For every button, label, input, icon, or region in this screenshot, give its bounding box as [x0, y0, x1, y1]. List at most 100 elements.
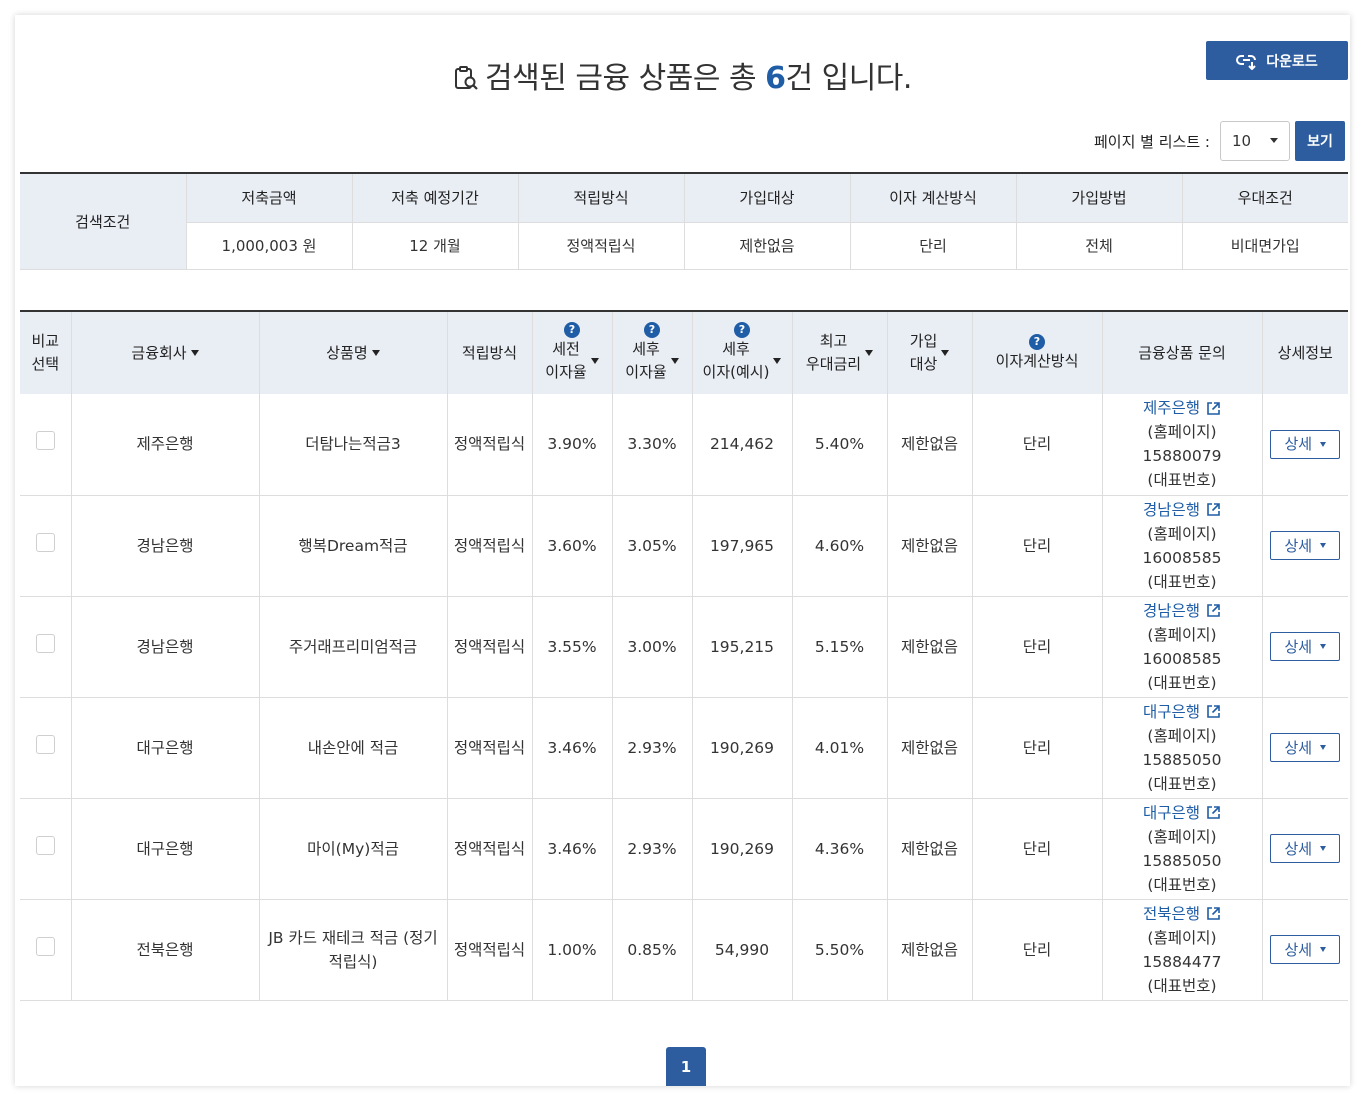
cell-interest: 54,990: [691, 899, 792, 1001]
header-max-rate[interactable]: 최고 우대금리: [791, 311, 887, 394]
help-icon[interactable]: ?: [644, 322, 660, 338]
header-posttax-line1: 세후: [632, 340, 660, 358]
result-count: 6: [765, 61, 786, 96]
compare-checkbox[interactable]: [35, 633, 55, 653]
header-pretax-rate[interactable]: ? 세전 이자율: [531, 311, 612, 394]
sort-down-icon: [190, 350, 199, 356]
bank-homepage-link[interactable]: 제주은행: [1143, 396, 1221, 420]
inquiry-cell: 제주은행 (홈페이지) 15880079 (대표번호): [1101, 394, 1262, 496]
chevron-down-icon: [1269, 138, 1278, 143]
phone-number: 16008585: [1142, 548, 1222, 567]
header-detail: 상세정보: [1261, 311, 1348, 394]
bank-link-label: 전북은행: [1142, 904, 1201, 923]
header-interest-line2: 이자(예시): [702, 363, 770, 381]
compare-checkbox[interactable]: [35, 936, 55, 956]
help-icon[interactable]: ?: [734, 322, 750, 338]
bank-link-label: 대구은행: [1142, 702, 1201, 721]
header-target[interactable]: 가입 대상: [886, 311, 972, 394]
cell-product: 주거래프리미엄적금: [258, 596, 447, 698]
condition-header: 가입대상: [683, 173, 850, 223]
table-row: 대구은행 마이(My)적금 정액적립식 3.46% 2.93% 190,269 4.36% 제…: [20, 798, 1348, 900]
phone-label: (대표번호): [1147, 875, 1217, 894]
cell-pretax: 3.55%: [531, 596, 612, 698]
cell-method: 정액적립식: [446, 899, 532, 1001]
cell-product: 내손안에 적금: [258, 697, 447, 799]
header-company[interactable]: 금융회사: [70, 311, 259, 394]
bank-homepage-link[interactable]: 대구은행: [1143, 700, 1221, 724]
sort-down-icon: [670, 358, 679, 364]
cell-posttax: 3.00%: [611, 596, 692, 698]
cell-company: 제주은행: [70, 394, 259, 496]
header-compare-line1: 비교: [31, 332, 60, 350]
per-page-select[interactable]: 10: [1219, 121, 1290, 161]
header-posttax-rate[interactable]: ? 세후 이자율: [611, 311, 692, 394]
compare-checkbox[interactable]: [35, 734, 55, 754]
cell-product: 마이(My)적금: [258, 798, 447, 900]
bank-link-label: 경남은행: [1142, 500, 1201, 519]
homepage-label: (홈페이지): [1147, 423, 1217, 442]
compare-checkbox[interactable]: [35, 532, 55, 552]
chevron-down-icon: [1320, 543, 1327, 548]
cell-target: 제한없음: [886, 899, 972, 1001]
detail-button[interactable]: 상세: [1270, 632, 1341, 661]
help-icon[interactable]: ?: [564, 322, 580, 338]
compare-checkbox[interactable]: [35, 835, 55, 855]
header-compare: 비교 선택: [20, 311, 71, 394]
help-icon[interactable]: ?: [1029, 333, 1045, 350]
phone-number: 15880079: [1142, 447, 1222, 466]
bank-homepage-link[interactable]: 대구은행: [1143, 801, 1221, 825]
sort-down-icon: [865, 350, 874, 356]
external-link-icon: [1207, 503, 1220, 516]
cell-max-rate: 5.15%: [791, 596, 887, 698]
header-calc-label: 이자계산방식: [995, 351, 1079, 370]
inquiry-cell: 경남은행 (홈페이지) 16008585 (대표번호): [1101, 495, 1262, 597]
phone-label: (대표번호): [1147, 976, 1217, 995]
phone-label: (대표번호): [1147, 673, 1217, 692]
header-inquiry: 금융상품 문의: [1101, 311, 1262, 394]
cell-pretax: 3.46%: [531, 697, 612, 799]
page-1-button[interactable]: 1: [666, 1047, 706, 1086]
cell-company: 경남은행: [70, 495, 259, 597]
sort-down-icon: [371, 350, 380, 356]
cell-posttax: 3.05%: [611, 495, 692, 597]
detail-button[interactable]: 상세: [1270, 834, 1341, 863]
download-button[interactable]: 다운로드: [1206, 41, 1348, 80]
phone-number: 15885050: [1142, 750, 1222, 769]
detail-button[interactable]: 상세: [1270, 429, 1341, 459]
detail-cell: 상세: [1261, 899, 1348, 1001]
inquiry-cell: 전북은행 (홈페이지) 15884477 (대표번호): [1101, 899, 1262, 1001]
cell-method: 정액적립식: [446, 798, 532, 900]
compare-cell: [20, 596, 71, 698]
header-product-label: 상품명: [326, 343, 368, 362]
header-company-label: 금융회사: [131, 343, 187, 362]
condition-header: 이자 계산방식: [849, 173, 1016, 223]
chevron-down-icon: [1320, 441, 1327, 447]
cell-target: 제한없음: [886, 394, 972, 496]
condition-value: 단리: [849, 222, 1016, 270]
cell-target: 제한없음: [886, 697, 972, 799]
detail-button[interactable]: 상세: [1270, 531, 1341, 560]
detail-label: 상세: [1284, 940, 1313, 959]
detail-button[interactable]: 상세: [1270, 935, 1341, 964]
compare-cell: [20, 495, 71, 597]
condition-value: 1,000,003 원: [185, 222, 352, 270]
external-link-icon: [1207, 604, 1220, 617]
phone-number: 15885050: [1142, 851, 1222, 870]
external-link-icon: [1207, 401, 1220, 415]
detail-button[interactable]: 상세: [1270, 733, 1341, 762]
bank-link-label: 제주은행: [1142, 399, 1201, 418]
cell-method: 정액적립식: [446, 495, 532, 597]
compare-checkbox[interactable]: [35, 431, 55, 451]
bank-link-label: 대구은행: [1142, 803, 1201, 822]
bank-homepage-link[interactable]: 전북은행: [1143, 902, 1221, 926]
detail-cell: 상세: [1261, 495, 1348, 597]
detail-label: 상세: [1284, 637, 1313, 656]
homepage-label: (홈페이지): [1147, 625, 1217, 644]
per-page-control: 페이지 별 리스트 : 10 보기: [1094, 121, 1345, 161]
header-product[interactable]: 상품명: [258, 311, 447, 394]
bank-homepage-link[interactable]: 경남은행: [1143, 498, 1221, 522]
header-interest[interactable]: ? 세후 이자(예시): [691, 311, 792, 394]
view-button[interactable]: 보기: [1294, 121, 1345, 161]
bank-homepage-link[interactable]: 경남은행: [1143, 599, 1221, 623]
chevron-down-icon: [1320, 947, 1327, 952]
